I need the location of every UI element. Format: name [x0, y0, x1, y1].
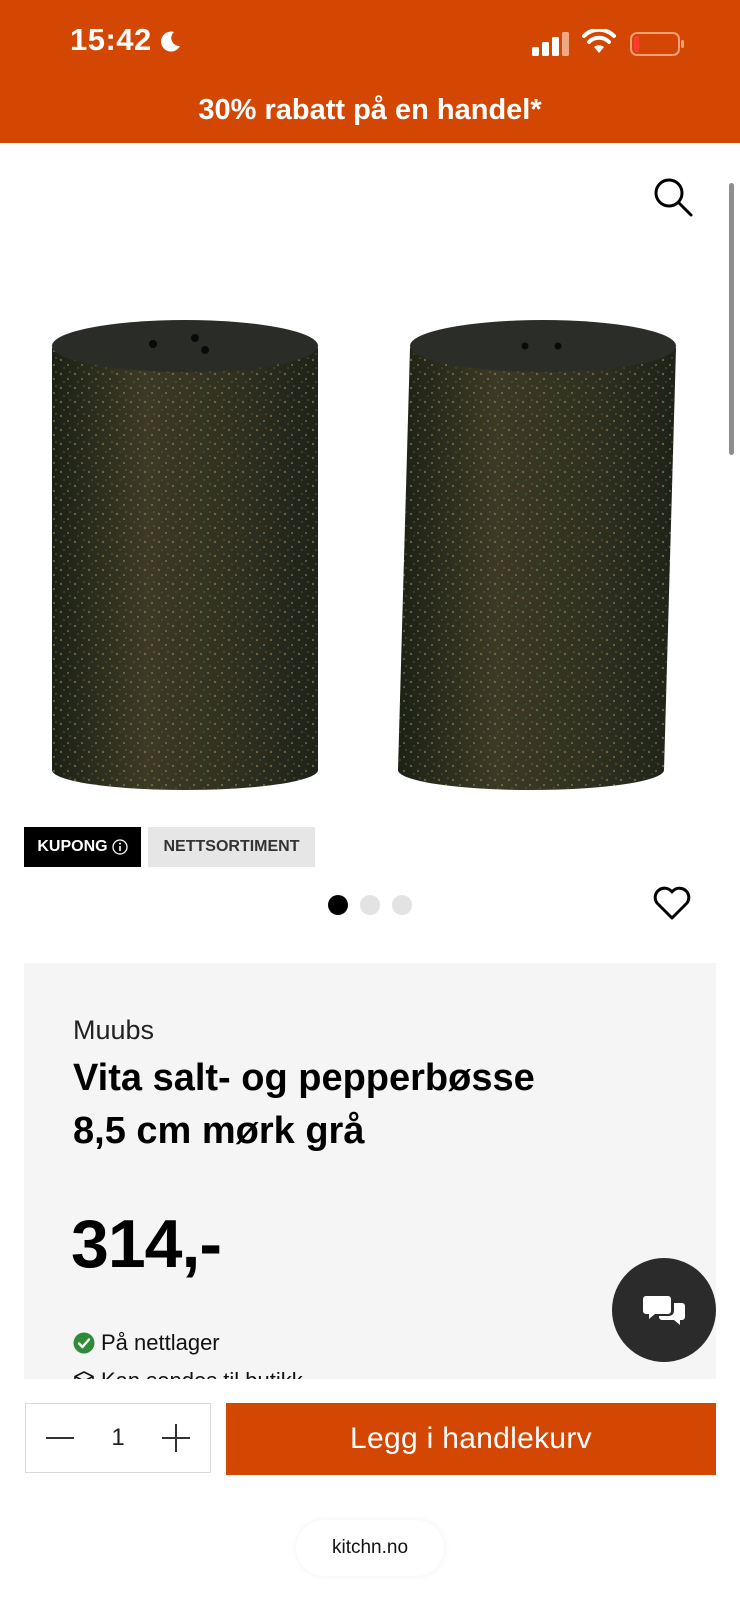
moon-icon [161, 31, 180, 52]
stock-status: På nettlager [73, 1330, 220, 1356]
shipping-info: Kan sendes til butikk [73, 1368, 633, 1379]
plus-icon [161, 1424, 190, 1452]
nettsortiment-badge: NETTSORTIMENT [148, 827, 315, 867]
top-header: 15:42 30% rabatt på en handel* [0, 0, 740, 143]
product-title-line-2: 8,5 cm mørk grå [73, 1110, 365, 1152]
increase-button[interactable] [158, 1420, 194, 1456]
promo-banner[interactable]: 30% rabatt på en handel* [0, 94, 740, 127]
pepper-shaker [398, 320, 676, 790]
stock-label: På nettlager [101, 1330, 220, 1355]
add-to-cart-button[interactable]: Legg i handlekurv [226, 1403, 716, 1475]
salt-shaker [52, 320, 318, 790]
product-title-line-1: Vita salt- og pepperbøsse [73, 1057, 535, 1099]
carousel-dot[interactable] [360, 895, 380, 915]
product-image[interactable] [30, 300, 710, 830]
product-title: Vita salt- og pepperbøsse 8,5 cm mørk gr… [73, 1052, 633, 1158]
battery-icon [630, 32, 684, 56]
search-icon[interactable] [652, 176, 694, 218]
chat-icon [643, 1296, 685, 1325]
carousel-dot[interactable] [392, 895, 412, 915]
shipping-label: Kan sendes til butikk [101, 1368, 303, 1379]
kupong-label: KUPONG [37, 838, 108, 855]
carousel-dot[interactable] [328, 895, 348, 915]
minus-icon [46, 1437, 74, 1439]
check-icon [73, 1332, 95, 1354]
chat-button[interactable] [612, 1258, 716, 1362]
quantity-stepper[interactable]: 1 [25, 1403, 211, 1473]
heart-icon[interactable] [652, 884, 692, 922]
kupong-badge[interactable]: KUPONG [24, 827, 141, 867]
page-scrollbar[interactable] [729, 183, 734, 455]
decrease-button[interactable] [42, 1420, 78, 1456]
product-brand[interactable]: Muubs [73, 1015, 154, 1046]
signal-icon [532, 32, 569, 56]
info-icon [111, 839, 128, 855]
carousel-indicators [328, 895, 412, 915]
browser-url-bar[interactable]: kitchn.no [296, 1520, 444, 1576]
quantity-value[interactable]: 1 [111, 1424, 124, 1452]
wifi-icon [582, 29, 616, 53]
status-time: 15:42 [70, 22, 152, 57]
package-icon [74, 1371, 94, 1379]
product-price: 314,- [71, 1206, 222, 1282]
